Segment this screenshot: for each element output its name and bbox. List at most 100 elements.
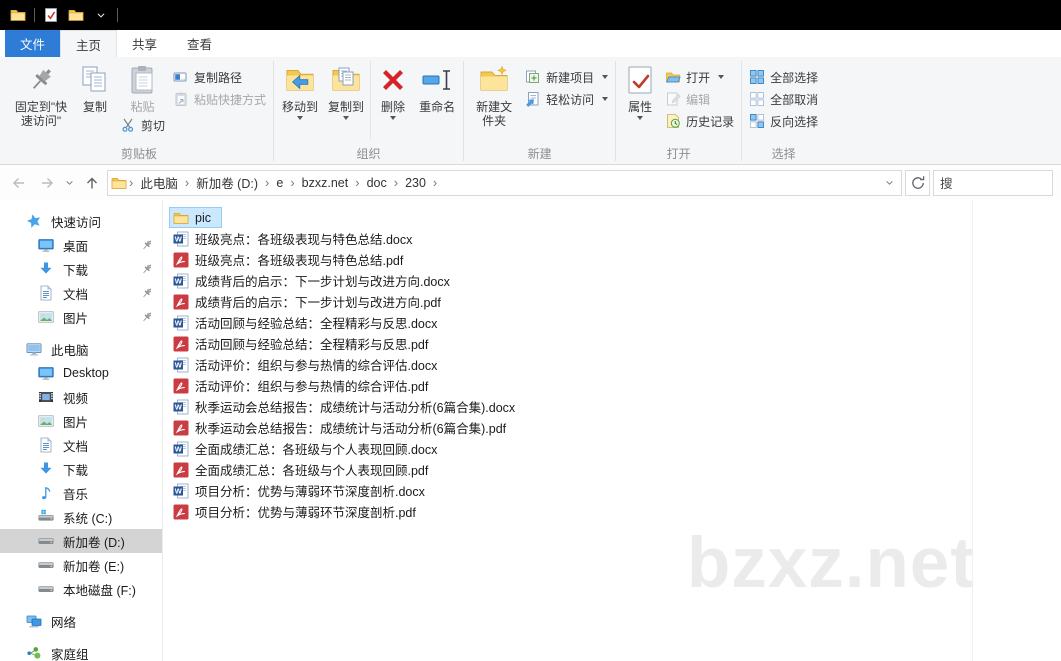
sidebar-item[interactable]: Desktop — [0, 361, 162, 385]
pane-divider — [972, 200, 973, 661]
copy-path-button[interactable]: ... 复制路径 — [169, 66, 270, 88]
select-none-button[interactable]: 全部取消 — [745, 88, 822, 110]
qat-customize-dropdown-icon[interactable] — [92, 6, 110, 24]
move-to-button[interactable]: 移动到 — [277, 59, 323, 120]
document-icon — [38, 285, 54, 301]
refresh-button[interactable] — [905, 169, 930, 196]
file-item[interactable]: pic — [169, 207, 222, 228]
sidebar-item[interactable]: 下载 — [0, 257, 162, 281]
sidebar-item[interactable]: 网络 — [0, 609, 162, 633]
breadcrumb-item[interactable]: e — [271, 176, 288, 190]
breadcrumb-item[interactable]: 230 — [400, 176, 431, 190]
pdf-icon — [173, 378, 189, 394]
open-button[interactable]: 打开 — [661, 66, 738, 88]
file-item[interactable]: W 成绩背后的启示：下一步计划与改进方向.docx — [169, 270, 461, 291]
search-input[interactable]: 搜 — [933, 169, 1053, 196]
folder-icon — [111, 175, 127, 191]
copy-to-button[interactable]: 复制到 — [323, 59, 369, 120]
ribbon-group-open: 属性 打开 编辑 历史记录 打开 — [617, 59, 740, 164]
forward-button[interactable] — [34, 171, 59, 195]
sidebar-item[interactable]: 音乐 — [0, 481, 162, 505]
file-item[interactable]: 班级亮点：各班级表现与特色总结.pdf — [169, 249, 414, 270]
paste-shortcut-button[interactable]: 粘贴快捷方式 — [169, 88, 270, 110]
breadcrumb-item[interactable]: bzxz.net — [297, 176, 354, 190]
qat-properties-icon[interactable] — [42, 6, 60, 24]
tab-view[interactable]: 查看 — [172, 30, 227, 57]
file-item[interactable]: W 活动评价：组织与参与热情的综合评估.docx — [169, 354, 448, 375]
pictures-icon — [38, 309, 54, 325]
pdf-icon — [173, 336, 189, 352]
sidebar-item[interactable]: 此电脑 — [0, 337, 162, 361]
rename-button[interactable]: 重命名 — [414, 59, 460, 114]
new-folder-button[interactable]: 新建文件夹 — [467, 59, 521, 128]
sidebar-item[interactable]: 新加卷 (E:) — [0, 553, 162, 577]
select-all-button[interactable]: 全部选择 — [745, 66, 822, 88]
sidebar-item[interactable]: 下载 — [0, 457, 162, 481]
tab-file[interactable]: 文件 — [5, 30, 61, 57]
sidebar-item-label: 本地磁盘 (F:) — [63, 583, 136, 598]
sidebar-item-label: 快速访问 — [51, 215, 102, 230]
file-item[interactable]: W 项目分析：优势与薄弱环节深度剖析.docx — [169, 480, 436, 501]
paste-button[interactable]: 粘贴 — [122, 59, 164, 114]
up-button[interactable] — [79, 171, 104, 195]
tab-home[interactable]: 主页 — [60, 30, 118, 57]
system-drive-icon — [38, 509, 54, 525]
sidebar-item[interactable]: 文档 — [0, 281, 162, 305]
new-item-button[interactable]: 新建项目 — [521, 66, 612, 88]
homegroup-icon — [26, 645, 42, 661]
recent-locations-dropdown[interactable] — [62, 171, 76, 195]
breadcrumb-item[interactable]: 新加卷 (D:) — [191, 173, 263, 192]
invert-selection-button[interactable]: 反向选择 — [745, 110, 822, 132]
properties-button[interactable]: 属性 — [619, 59, 661, 120]
sidebar-item[interactable]: 图片 — [0, 305, 162, 329]
file-item[interactable]: 成绩背后的启示：下一步计划与改进方向.pdf — [169, 291, 452, 312]
sidebar-item[interactable]: 新加卷 (D:) — [0, 529, 162, 553]
copy-path-icon: ... — [173, 69, 189, 85]
select-all-icon — [749, 69, 765, 85]
chevron-down-icon — [343, 116, 350, 120]
file-list-pane: pic W 班级亮点：各班级表现与特色总结.docx 班级亮点：各班级表现与特色总结.… — [163, 200, 1061, 661]
breadcrumb[interactable]: › 此电脑 › 新加卷 (D:) › e › bzxz.net › doc › 230 › — [107, 169, 902, 196]
sidebar-item[interactable]: 家庭组 — [0, 641, 162, 661]
drive-icon — [38, 581, 54, 597]
back-button[interactable] — [6, 171, 31, 195]
cut-button[interactable]: 剪切 — [116, 114, 169, 136]
sidebar-item[interactable]: 视频 — [0, 385, 162, 409]
file-item[interactable]: 活动回顾与经验总结：全程精彩与反思.pdf — [169, 333, 439, 354]
delete-button[interactable]: 删除 — [372, 59, 414, 120]
easy-access-button[interactable]: 轻松访问 — [521, 88, 612, 110]
file-name: 班级亮点：各班级表现与特色总结.pdf — [195, 254, 404, 268]
qat-folder-icon[interactable] — [9, 6, 27, 24]
file-item[interactable]: W 秋季运动会总结报告：成绩统计与活动分析(6篇合集).docx — [169, 396, 526, 417]
sidebar-item[interactable]: 文档 — [0, 433, 162, 457]
pin-to-quick-access-button[interactable]: 固定到"快速访问" — [8, 59, 74, 128]
history-button[interactable]: 历史记录 — [661, 110, 738, 132]
sidebar-item[interactable]: 图片 — [0, 409, 162, 433]
sidebar-item[interactable]: 快速访问 — [0, 209, 162, 233]
breadcrumb-separator: › — [393, 175, 399, 190]
sidebar-item-label: 新加卷 (E:) — [63, 559, 125, 574]
file-item[interactable]: W 活动回顾与经验总结：全程精彩与反思.docx — [169, 312, 448, 333]
address-dropdown-icon[interactable] — [880, 178, 898, 187]
computer-icon — [26, 341, 42, 357]
edit-button[interactable]: 编辑 — [661, 88, 738, 110]
file-item[interactable]: W 班级亮点：各班级表现与特色总结.docx — [169, 228, 423, 249]
sidebar-item[interactable]: 系统 (C:) — [0, 505, 162, 529]
sidebar-item[interactable]: 桌面 — [0, 233, 162, 257]
file-item[interactable]: 活动评价：组织与参与热情的综合评估.pdf — [169, 375, 439, 396]
copy-button[interactable]: 复制 — [74, 59, 116, 114]
breadcrumb-item[interactable]: 此电脑 — [135, 173, 183, 192]
tab-share[interactable]: 共享 — [117, 30, 172, 57]
file-item[interactable]: 全面成绩汇总：各班级与个人表现回顾.pdf — [169, 459, 439, 480]
file-item[interactable]: 秋季运动会总结报告：成绩统计与活动分析(6篇合集).pdf — [169, 417, 517, 438]
file-item[interactable]: 项目分析：优势与薄弱环节深度剖析.pdf — [169, 501, 427, 522]
word-icon: W — [173, 399, 189, 415]
ribbon-tab-bar: 文件 主页 共享 查看 — [0, 30, 1061, 57]
file-item[interactable]: W 全面成绩汇总：各班级与个人表现回顾.docx — [169, 438, 448, 459]
ribbon-group-organize: 移动到 复制到 删除 重命名 组织 — [275, 59, 462, 164]
sidebar-item[interactable]: 本地磁盘 (F:) — [0, 577, 162, 601]
drive-icon — [38, 533, 54, 549]
qat-new-folder-icon[interactable] — [67, 6, 85, 24]
breadcrumb-item[interactable]: doc — [362, 176, 392, 190]
pin-icon — [140, 286, 154, 300]
